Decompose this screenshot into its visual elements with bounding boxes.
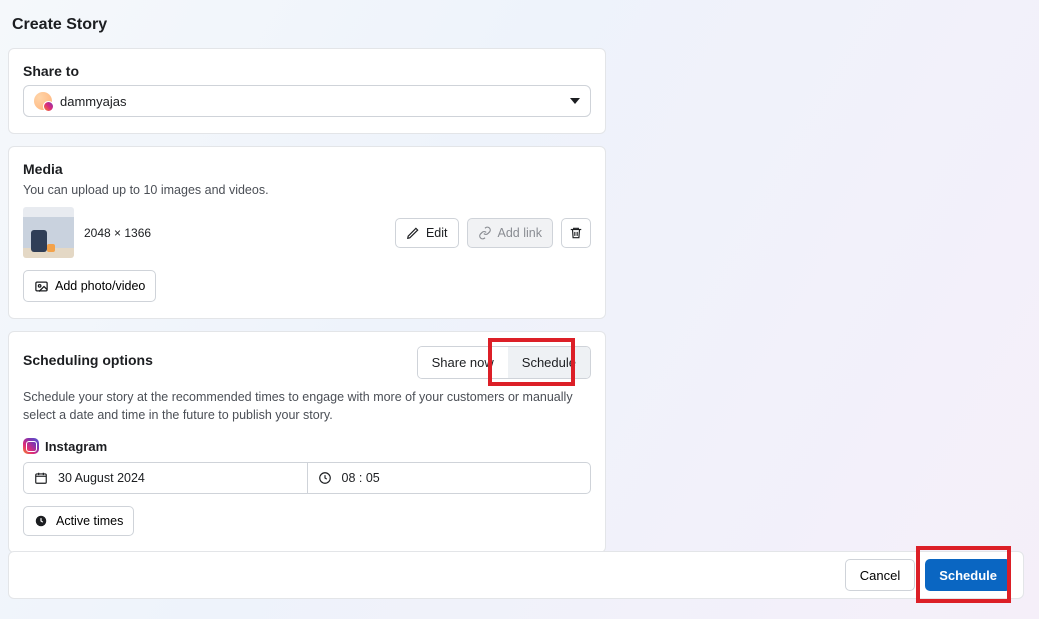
schedule-tab[interactable]: Schedule	[508, 347, 590, 378]
media-hint: You can upload up to 10 images and video…	[23, 183, 591, 197]
edit-button[interactable]: Edit	[395, 218, 459, 248]
edit-label: Edit	[426, 226, 448, 240]
clock-icon	[318, 471, 332, 485]
add-link-label: Add link	[498, 226, 542, 240]
calendar-icon	[34, 471, 48, 485]
image-plus-icon	[34, 279, 49, 294]
media-dimensions: 2048 × 1366	[84, 226, 151, 240]
share-now-tab[interactable]: Share now	[418, 347, 508, 378]
instagram-avatar-icon	[34, 92, 52, 110]
delete-button[interactable]	[561, 218, 591, 248]
trash-icon	[569, 226, 583, 240]
platform-row: Instagram	[23, 438, 591, 454]
link-icon	[478, 226, 492, 240]
footer-bar: Cancel Schedule	[8, 551, 1024, 599]
active-times-label: Active times	[56, 514, 123, 528]
platform-label: Instagram	[45, 439, 107, 454]
media-card: Media You can upload up to 10 images and…	[8, 146, 606, 319]
active-times-button[interactable]: Active times	[23, 506, 134, 536]
instagram-icon	[23, 438, 39, 454]
scheduling-card: Scheduling options Share now Schedule Sc…	[8, 331, 606, 553]
add-link-button: Add link	[467, 218, 553, 248]
time-field[interactable]: 08 : 05	[307, 462, 592, 494]
share-account-name: dammyajas	[60, 94, 126, 109]
share-card: Share to dammyajas	[8, 48, 606, 134]
share-account-select[interactable]: dammyajas	[23, 85, 591, 117]
time-value: 08 : 05	[342, 471, 380, 485]
scheduling-section-title: Scheduling options	[23, 352, 153, 368]
chevron-down-icon	[570, 98, 580, 104]
date-field[interactable]: 30 August 2024	[23, 462, 307, 494]
pencil-icon	[406, 226, 420, 240]
add-photo-label: Add photo/video	[55, 279, 145, 293]
schedule-mode-toggle: Share now Schedule	[417, 346, 591, 379]
page-title: Create Story	[12, 16, 1031, 34]
date-value: 30 August 2024	[58, 471, 145, 485]
scheduling-description: Schedule your story at the recommended t…	[23, 389, 591, 424]
clock-filled-icon	[34, 514, 48, 528]
share-section-title: Share to	[23, 63, 591, 79]
add-photo-button[interactable]: Add photo/video	[23, 270, 156, 302]
media-section-title: Media	[23, 161, 591, 177]
cancel-button[interactable]: Cancel	[845, 559, 915, 591]
schedule-button[interactable]: Schedule	[925, 559, 1011, 591]
media-thumbnail[interactable]	[23, 207, 74, 258]
